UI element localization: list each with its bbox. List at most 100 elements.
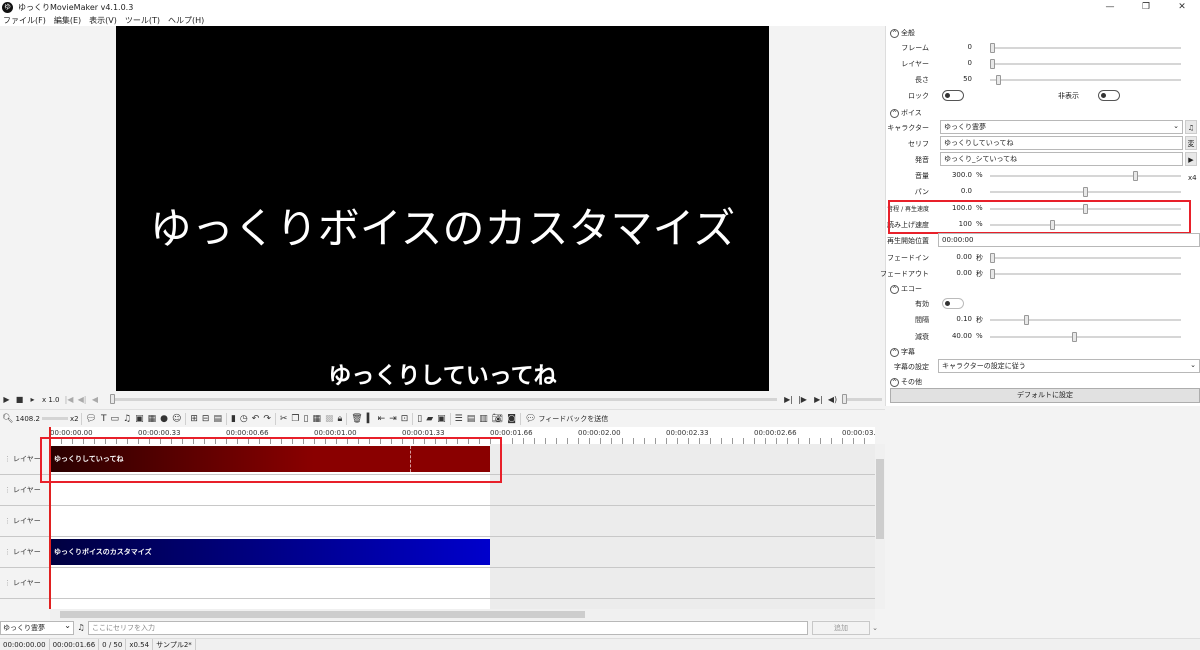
camera-icon[interactable]: 📷︎ — [490, 414, 505, 424]
voice-settings-icon[interactable]: ♫ — [74, 621, 88, 635]
slider-thumb[interactable] — [990, 43, 995, 53]
menu-view[interactable]: 表示(V) — [86, 15, 120, 26]
image-icon[interactable]: ▣ — [133, 414, 146, 424]
menu-tools[interactable]: ツール(T) — [122, 15, 163, 26]
zoom-slider[interactable] — [41, 417, 68, 420]
feedback-button[interactable]: フィードバックを送信 — [538, 414, 608, 424]
minimize-button[interactable]: — — [1092, 0, 1128, 15]
fadein-slider[interactable] — [990, 253, 1181, 263]
zoom-value[interactable]: 1408.2 — [15, 415, 40, 423]
horizontal-scrollbar[interactable] — [50, 609, 875, 620]
paste-special-icon[interactable]: ▦ — [310, 414, 323, 424]
collapse-icon[interactable]: ^ — [890, 108, 899, 118]
menu-help[interactable]: ヘルプ(H) — [165, 15, 207, 26]
section-general[interactable]: ^ 全般 — [890, 27, 915, 39]
layer-track[interactable] — [50, 506, 490, 536]
scroll-thumb[interactable] — [876, 459, 884, 539]
echo-toggle[interactable] — [942, 298, 964, 309]
restore-button[interactable]: ❐ — [1128, 0, 1164, 15]
slider-thumb[interactable] — [990, 253, 995, 263]
export-icon[interactable]: ▤ — [465, 414, 478, 424]
lock-toggle[interactable] — [942, 90, 964, 101]
section-subtitle[interactable]: ^ 字幕 — [890, 346, 915, 358]
add-layer-icon[interactable]: ⊞ — [188, 414, 200, 424]
speed-select[interactable]: x 1.0 — [42, 396, 60, 404]
feedback-icon[interactable]: 💬︎ — [523, 414, 538, 424]
default-button[interactable]: デフォルトに設定 — [890, 388, 1200, 403]
paste-icon[interactable]: ▯ — [302, 414, 311, 424]
close-button[interactable]: ✕ — [1164, 0, 1200, 15]
split-right-icon[interactable]: ⇥ — [387, 414, 399, 424]
serif-field[interactable]: ゆっくりしていってね — [940, 136, 1183, 150]
slider-thumb[interactable] — [1133, 171, 1138, 181]
collapse-icon[interactable]: ^ — [890, 284, 899, 294]
film-icon[interactable]: ▮ — [229, 414, 238, 424]
voice-icon[interactable]: ♫ — [1185, 120, 1197, 134]
settings-icon[interactable]: ☰ — [453, 414, 465, 424]
video-icon[interactable]: ▭ — [108, 414, 121, 424]
collapse-icon[interactable]: ^ — [890, 347, 899, 357]
prev-frame-icon[interactable]: ◀| — [76, 393, 89, 406]
collapse-icon[interactable]: ^ — [890, 28, 899, 38]
layer-row[interactable]: レイヤー 02 — [0, 506, 875, 555]
length-slider[interactable] — [990, 75, 1181, 85]
slider-thumb[interactable] — [996, 75, 1001, 85]
frame-slider[interactable] — [990, 43, 1181, 53]
section-other[interactable]: ^ その他 — [890, 376, 922, 388]
delete-icon[interactable]: 🗑︎ — [349, 414, 364, 424]
section-voice[interactable]: ^ ボイス — [890, 107, 922, 119]
save-icon[interactable]: ▣ — [435, 414, 448, 424]
lock-icon[interactable]: 🔒︎ — [335, 414, 344, 424]
section-echo[interactable]: ^ エコー — [890, 283, 922, 295]
next-frame-icon[interactable]: |▶ — [796, 393, 809, 406]
split-left-icon[interactable]: ⇤ — [376, 414, 388, 424]
layer-icon[interactable]: ▤ — [211, 414, 224, 424]
pan-slider[interactable] — [990, 187, 1181, 197]
scroll-thumb[interactable] — [60, 611, 585, 618]
volume-slider[interactable] — [842, 394, 882, 404]
volume-thumb[interactable] — [842, 394, 847, 404]
render-icon[interactable]: ▥ — [477, 414, 490, 424]
fit-icon[interactable]: ⊡ — [399, 414, 411, 424]
redo-icon[interactable]: ↷ — [261, 414, 273, 424]
layer-track[interactable] — [50, 568, 490, 598]
group-icon[interactable]: ▩ — [323, 414, 336, 424]
echo-interval-slider[interactable] — [990, 315, 1181, 325]
layer-row[interactable] — [0, 599, 875, 609]
seek-bar[interactable] — [110, 394, 777, 404]
serif-input[interactable]: ここにセリフを入力 — [88, 621, 808, 635]
seek-thumb[interactable] — [110, 394, 115, 404]
folder-icon[interactable]: ▰ — [424, 414, 435, 424]
collapse-icon[interactable]: ^ — [890, 377, 899, 387]
step-back-icon[interactable]: ◀ — [89, 393, 102, 406]
music-icon[interactable]: ♫ — [121, 414, 133, 424]
stop-icon[interactable]: ■ — [13, 393, 26, 406]
undo-icon[interactable]: ↶ — [250, 414, 262, 424]
play-pronounce-button[interactable]: ▶ — [1185, 152, 1197, 166]
text-clip[interactable]: ゆっくりボイスのカスタマイズ — [50, 539, 490, 565]
person-icon[interactable]: ● — [158, 414, 170, 424]
start-pos-field[interactable]: 00:00:00 — [938, 233, 1200, 247]
cut-icon[interactable]: ✂ — [278, 414, 290, 424]
convert-button[interactable]: 変 — [1185, 136, 1197, 150]
volume-icon[interactable]: ◀) — [826, 393, 839, 406]
grid-icon[interactable]: ▦ — [146, 414, 159, 424]
slider-thumb[interactable] — [990, 59, 995, 69]
next-end-icon[interactable]: ▶| — [812, 393, 825, 406]
menu-file[interactable]: ファイル(F) — [0, 15, 49, 26]
character-select[interactable]: ゆっくり霊夢 — [0, 620, 74, 635]
menu-edit[interactable]: 編集(E) — [51, 15, 84, 26]
play-icon[interactable]: ▶ — [0, 393, 13, 406]
slider-thumb[interactable] — [990, 269, 995, 279]
add-button[interactable]: 追加 — [812, 621, 870, 635]
prev-start-icon[interactable]: |◀ — [63, 393, 76, 406]
new-file-icon[interactable]: ▯ — [415, 414, 424, 424]
hidden-toggle[interactable] — [1098, 90, 1120, 101]
trim-icon[interactable]: ▍ — [365, 414, 376, 424]
snapshot-icon[interactable]: ◙ — [505, 414, 518, 424]
step-forward-icon[interactable]: ▶| — [782, 393, 795, 406]
vertical-scrollbar[interactable] — [875, 444, 885, 609]
layer-slider[interactable] — [990, 59, 1181, 69]
video-preview[interactable]: ゆっくりボイスのカスタマイズ ゆっくりしていってね — [116, 26, 769, 391]
layer-row[interactable]: レイヤー 03 ゆっくりボイスのカスタマイズ — [0, 537, 875, 586]
